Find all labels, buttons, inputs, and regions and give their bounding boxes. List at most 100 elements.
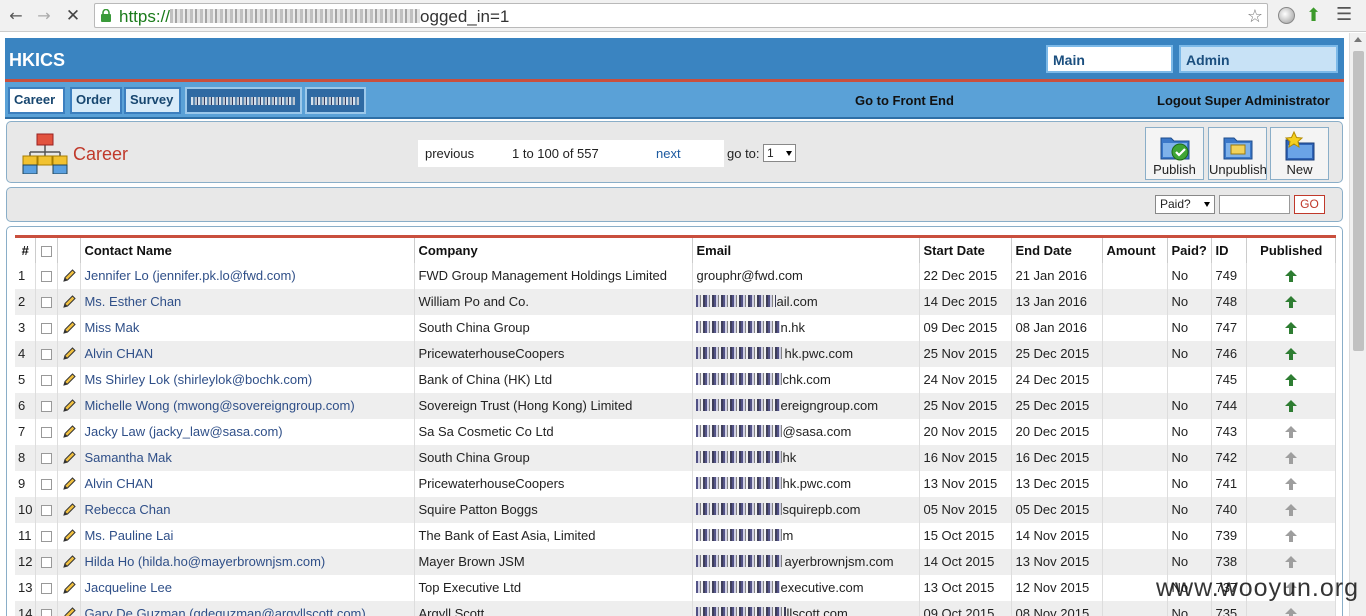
row-checkbox[interactable]: [41, 297, 53, 309]
unpublished-arrow-icon[interactable]: [1284, 529, 1298, 543]
pagination-next[interactable]: next: [656, 146, 681, 161]
contact-name[interactable]: Michelle Wong (mwong@sovereigngroup.com): [80, 392, 416, 419]
table-row[interactable]: 7 Jacky Law (jacky_law@sasa.com) Sa Sa Cos…: [15, 418, 1336, 445]
pencil-edit-icon[interactable]: [61, 554, 77, 570]
pencil-edit-icon[interactable]: [61, 606, 77, 616]
row-checkbox[interactable]: [41, 609, 53, 616]
published-cell[interactable]: [1246, 444, 1336, 471]
contact-name[interactable]: Alvin CHAN: [80, 470, 416, 497]
published-cell[interactable]: [1246, 418, 1336, 445]
col-amount[interactable]: Amount: [1102, 235, 1169, 263]
published-arrow-icon[interactable]: [1284, 295, 1298, 309]
published-cell[interactable]: [1246, 496, 1336, 523]
col-paid[interactable]: Paid?: [1167, 235, 1213, 263]
pencil-edit-icon[interactable]: [61, 502, 77, 518]
col-email[interactable]: Email: [692, 235, 921, 263]
row-checkbox[interactable]: [41, 271, 53, 283]
published-arrow-icon[interactable]: [1284, 399, 1298, 413]
row-checkbox-cell[interactable]: [35, 340, 59, 367]
subtab-redacted-1[interactable]: [185, 87, 302, 114]
row-checkbox[interactable]: [41, 323, 53, 335]
row-checkbox-cell[interactable]: [35, 470, 59, 497]
unpublished-arrow-icon[interactable]: [1284, 425, 1298, 439]
table-row[interactable]: 11 Ms. Pauline Lai The Bank of East Asia, …: [15, 522, 1336, 549]
unpublished-arrow-icon[interactable]: [1284, 477, 1298, 491]
row-checkbox-cell[interactable]: [35, 522, 59, 549]
table-row[interactable]: 1 Jennifer Lo (jennifer.pk.lo@fwd.com) FWD…: [15, 262, 1336, 289]
table-row[interactable]: 9 Alvin CHAN PricewaterhouseCoopers hk.pwc.…: [15, 470, 1336, 497]
published-arrow-icon[interactable]: [1284, 321, 1298, 335]
paid-filter-select[interactable]: Paid?: [1155, 195, 1215, 214]
tab-main[interactable]: Main: [1046, 45, 1173, 73]
forward-arrow-icon[interactable]: →: [34, 6, 54, 26]
contact-name[interactable]: Jennifer Lo (jennifer.pk.lo@fwd.com): [80, 262, 416, 289]
published-cell[interactable]: [1246, 548, 1336, 575]
edit-cell[interactable]: [57, 470, 82, 497]
table-row[interactable]: 14 Gary De Guzman (gdeguzman@argyllscott.…: [15, 600, 1336, 616]
scroll-up-icon[interactable]: [1354, 37, 1362, 42]
row-checkbox-cell[interactable]: [35, 444, 59, 471]
contact-name[interactable]: Jacqueline Lee: [80, 574, 416, 601]
tab-admin[interactable]: Admin: [1179, 45, 1338, 73]
col-company[interactable]: Company: [414, 235, 694, 263]
contact-name[interactable]: Rebecca Chan: [80, 496, 416, 523]
edit-cell[interactable]: [57, 262, 82, 289]
pencil-edit-icon[interactable]: [61, 398, 77, 414]
pencil-edit-icon[interactable]: [61, 424, 77, 440]
row-checkbox[interactable]: [41, 583, 53, 595]
published-cell[interactable]: [1246, 392, 1336, 419]
edit-cell[interactable]: [57, 314, 82, 341]
published-arrow-icon[interactable]: [1284, 269, 1298, 283]
pencil-edit-icon[interactable]: [61, 580, 77, 596]
row-checkbox-cell[interactable]: [35, 314, 59, 341]
edit-cell[interactable]: [57, 496, 82, 523]
contact-name[interactable]: Alvin CHAN: [80, 340, 416, 367]
publish-button[interactable]: Publish: [1145, 127, 1204, 180]
unpublished-arrow-icon[interactable]: [1284, 555, 1298, 569]
row-checkbox[interactable]: [41, 427, 53, 439]
scroll-thumb[interactable]: [1353, 51, 1364, 351]
table-row[interactable]: 8 Samantha Mak South China Group hk 16 Nov 2…: [15, 444, 1336, 471]
back-arrow-icon[interactable]: ←: [6, 6, 26, 26]
row-checkbox[interactable]: [41, 375, 53, 387]
unpublished-arrow-icon[interactable]: [1284, 451, 1298, 465]
edit-cell[interactable]: [57, 574, 82, 601]
col-id[interactable]: ID: [1211, 235, 1248, 263]
menu-icon[interactable]: ☰: [1336, 4, 1352, 25]
row-checkbox[interactable]: [41, 479, 53, 491]
published-arrow-icon[interactable]: [1284, 347, 1298, 361]
edit-cell[interactable]: [57, 288, 82, 315]
contact-name[interactable]: Ms. Esther Chan: [80, 288, 416, 315]
pencil-edit-icon[interactable]: [61, 294, 77, 310]
edit-cell[interactable]: [57, 600, 82, 616]
pencil-edit-icon[interactable]: [61, 346, 77, 362]
contact-name[interactable]: Gary De Guzman (gdeguzman@argyllscott.co…: [80, 600, 416, 616]
pencil-edit-icon[interactable]: [61, 372, 77, 388]
new-button[interactable]: New: [1270, 127, 1329, 180]
bookmark-star-icon[interactable]: ☆: [1247, 6, 1263, 27]
contact-name[interactable]: Hilda Ho (hilda.ho@mayerbrownjsm.com): [80, 548, 416, 575]
table-row[interactable]: 3 Miss Mak South China Group n.hk 09 Dec 201…: [15, 314, 1336, 341]
row-checkbox-cell[interactable]: [35, 548, 59, 575]
row-checkbox[interactable]: [41, 453, 53, 465]
edit-cell[interactable]: [57, 366, 82, 393]
edit-cell[interactable]: [57, 522, 82, 549]
row-checkbox-cell[interactable]: [35, 574, 59, 601]
subtab-order[interactable]: Order: [70, 87, 122, 114]
table-row[interactable]: 10 Rebecca Chan Squire Patton Boggs squirep…: [15, 496, 1336, 523]
row-checkbox-cell[interactable]: [35, 366, 59, 393]
table-row[interactable]: 5 Ms Shirley Lok (shirleylok@bochk.com) Ba…: [15, 366, 1336, 393]
col-end-date[interactable]: End Date: [1011, 235, 1104, 263]
pencil-edit-icon[interactable]: [61, 450, 77, 466]
published-arrow-icon[interactable]: [1284, 373, 1298, 387]
edit-cell[interactable]: [57, 418, 82, 445]
row-checkbox[interactable]: [41, 349, 53, 361]
table-row[interactable]: 2 Ms. Esther Chan William Po and Co. ail.co…: [15, 288, 1336, 315]
page-scrollbar[interactable]: [1349, 33, 1366, 616]
pencil-edit-icon[interactable]: [61, 476, 77, 492]
published-cell[interactable]: [1246, 340, 1336, 367]
subtab-career[interactable]: Career: [8, 87, 65, 114]
edit-cell[interactable]: [57, 444, 82, 471]
table-row[interactable]: 13 Jacqueline Lee Top Executive Ltd executi…: [15, 574, 1336, 601]
filter-input[interactable]: [1219, 195, 1290, 214]
